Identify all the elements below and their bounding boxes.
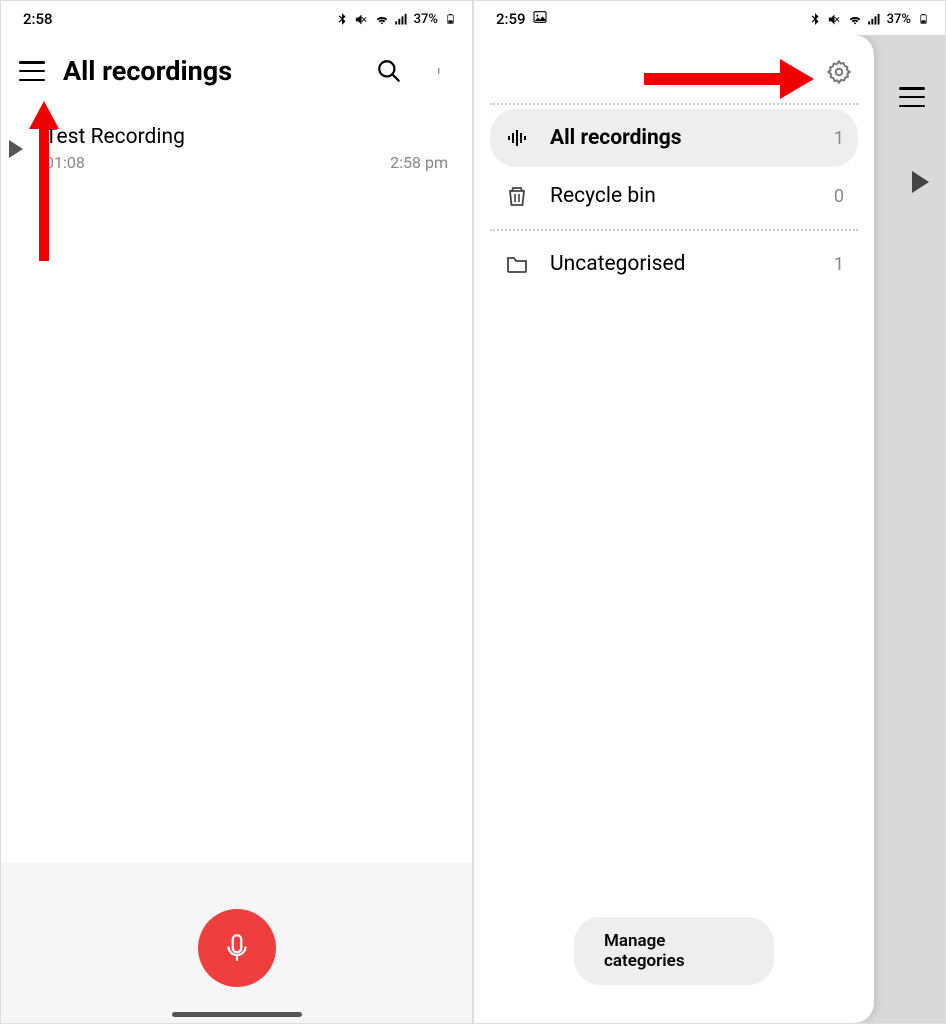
status-bar: 2:59 37% <box>474 1 945 35</box>
drawer-item-count: 1 <box>834 128 844 149</box>
image-icon <box>532 9 548 29</box>
divider <box>490 229 858 231</box>
search-icon[interactable] <box>376 58 402 84</box>
mic-icon <box>220 931 254 965</box>
play-icon <box>912 171 929 193</box>
manage-categories-button[interactable]: Manage categories <box>574 917 774 985</box>
recording-title: Test Recording <box>45 125 390 149</box>
drawer-item-label: All recordings <box>550 126 814 150</box>
page-title: All recordings <box>63 55 358 87</box>
mute-icon <box>827 11 843 27</box>
recording-item[interactable]: Test Recording 01:08 2:58 pm <box>1 107 472 190</box>
folder-icon <box>504 251 530 277</box>
screen-all-recordings: 2:58 37% All recordings <box>0 0 473 1024</box>
bottom-bar <box>1 863 472 1023</box>
divider <box>490 103 858 105</box>
recording-duration: 01:08 <box>45 153 390 172</box>
home-indicator[interactable] <box>172 1012 302 1017</box>
status-icons: 37% <box>334 11 458 27</box>
mute-icon <box>354 11 370 27</box>
signal-icon <box>867 11 883 27</box>
drawer-item-count: 1 <box>834 254 844 275</box>
battery-icon <box>915 11 931 27</box>
wifi-icon <box>847 11 863 27</box>
signal-icon <box>394 11 410 27</box>
play-icon[interactable] <box>9 140 23 158</box>
status-bar: 2:58 37% <box>1 1 472 35</box>
bluetooth-icon <box>807 11 823 27</box>
more-icon[interactable] <box>428 58 454 84</box>
drawer-item-all-recordings[interactable]: All recordings 1 <box>490 109 858 167</box>
battery-percent: 37% <box>414 12 438 27</box>
drawer-item-label: Recycle bin <box>550 184 814 208</box>
waveform-icon <box>504 125 530 151</box>
record-button[interactable] <box>198 909 276 987</box>
wifi-icon <box>374 11 390 27</box>
hamburger-menu-icon[interactable] <box>19 61 45 81</box>
battery-percent: 37% <box>887 12 911 27</box>
navigation-drawer: All recordings 1 Recycle bin 0 Uncategor… <box>474 35 874 1023</box>
bluetooth-icon <box>334 11 350 27</box>
battery-icon <box>442 11 458 27</box>
recording-time: 2:58 pm <box>390 153 448 172</box>
drawer-item-recycle-bin[interactable]: Recycle bin 0 <box>490 167 858 225</box>
hamburger-menu-icon[interactable] <box>899 87 925 107</box>
app-header: All recordings <box>1 35 472 107</box>
drawer-item-uncategorised[interactable]: Uncategorised 1 <box>490 235 858 293</box>
status-time: 2:58 <box>23 10 53 28</box>
gear-icon[interactable] <box>826 59 852 85</box>
trash-icon <box>504 183 530 209</box>
screen-drawer-open: 2:59 37% <box>473 0 946 1024</box>
status-time: 2:59 <box>496 10 526 28</box>
drawer-item-label: Uncategorised <box>550 252 814 276</box>
drawer-item-count: 0 <box>834 186 844 207</box>
status-icons: 37% <box>807 11 931 27</box>
